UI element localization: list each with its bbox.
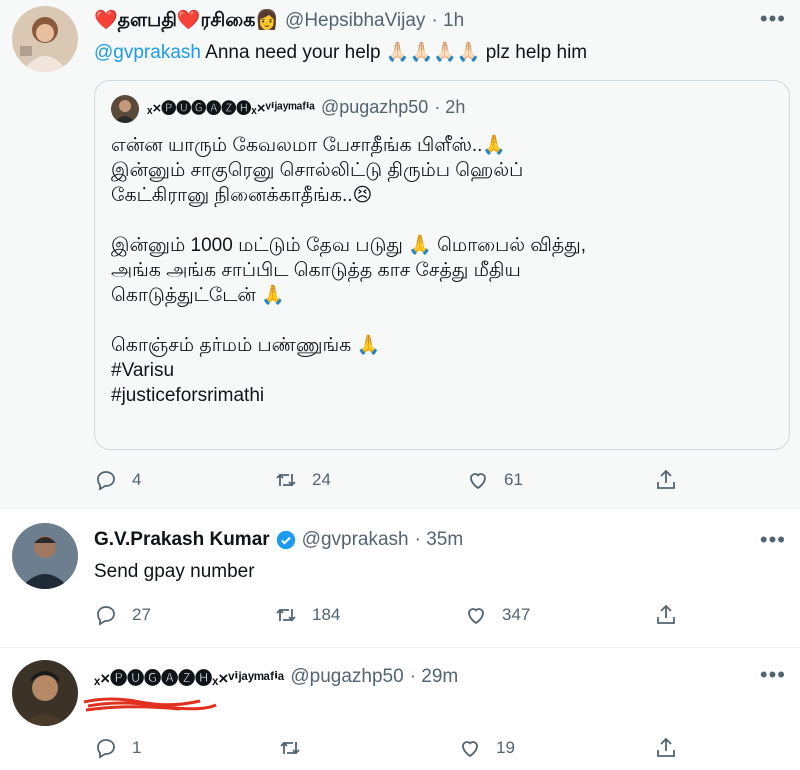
quote-line [111, 208, 771, 233]
tweet-time[interactable]: · 1h [431, 10, 464, 32]
quoted-tweet-text: என்ன யாரும் கேவலமா பேசாதீங்க பிளீஸ்..🙏 இ… [111, 133, 771, 408]
avatar-pugazh[interactable] [12, 660, 78, 726]
avatar-hepsibha[interactable] [12, 6, 78, 72]
hashtag-justiceforsrimathi[interactable]: #justiceforsrimathi [111, 383, 771, 408]
more-options-icon[interactable]: ••• [760, 6, 786, 32]
quote-line: அங்க அங்க சாப்பிட கொடுத்த காச சேத்து மீத… [111, 260, 521, 281]
tweet-text: Send gpay number [94, 561, 255, 582]
heart-icon [468, 608, 484, 625]
tweet-gvprakash[interactable]: G.V.Prakash Kumar @gvprakash · 35m ••• S… [0, 509, 800, 648]
quoted-tweet[interactable]: ₓ×🅟🅤🅖🅐🅩🅗ₓ×ᵛⁱʲᵃʸᵐᵃᶠⁱᵃ @pugazhp50 · 2h என்… [94, 80, 790, 450]
mention-link[interactable]: @gvprakash [94, 42, 201, 63]
reply-count: 27 [132, 605, 151, 624]
share-icon [657, 469, 675, 489]
tweet-time[interactable]: · 29m [410, 666, 459, 688]
tweet-actions: 4 24 61 [94, 468, 694, 498]
redaction-scribble [83, 697, 217, 712]
like-button[interactable]: 61 [466, 468, 523, 492]
like-count: 61 [504, 470, 523, 489]
tweet-actions: 1 19 [94, 736, 694, 766]
author-name[interactable]: ₓ×🅟🅤🅖🅐🅩🅗ₓ×ᵛⁱʲᵃʸᵐᵃᶠⁱᵃ [94, 664, 284, 689]
author-handle[interactable]: @pugazhp50 [290, 666, 403, 688]
tweet-text-body: Anna need your help 🙏🏻🙏🏻🙏🏻🙏🏻 plz help hi… [200, 42, 588, 63]
author-handle[interactable]: @HepsibhaVijay [285, 10, 425, 32]
avatar-pugazh-small [111, 95, 139, 123]
reply-icon [97, 739, 115, 759]
reply-icon [97, 606, 115, 626]
retweet-icon [276, 608, 296, 622]
quote-line: இன்னும் 1000 மட்டும் தேவ படுது 🙏 மொபைல் … [111, 235, 587, 256]
reply-icon [97, 471, 115, 491]
retweet-button[interactable]: 24 [274, 468, 331, 492]
quote-line: கேட்கிரானு நினைக்காதீங்க..😣 [111, 185, 373, 206]
quote-line: என்ன யாரும் கேவலமா பேசாதீங்க பிளீஸ்..🙏 [111, 135, 507, 156]
like-count: 347 [502, 605, 531, 624]
avatar-gvprakash[interactable] [12, 523, 78, 589]
reply-button[interactable]: 27 [94, 603, 151, 627]
verified-badge-icon [276, 530, 295, 550]
heart-icon [462, 741, 478, 758]
share-button[interactable] [654, 603, 678, 627]
share-button[interactable] [654, 468, 678, 492]
tweet-hepsibha[interactable]: ❤️தளபதி❤️ரசிகை👩 @HepsibhaVijay · 1h ••• … [0, 0, 800, 509]
tweet-actions: 27 184 347 [94, 603, 694, 633]
retweet-icon [280, 741, 300, 755]
reply-count: 1 [132, 738, 142, 757]
reply-button[interactable]: 1 [94, 736, 141, 760]
retweet-icon [276, 473, 296, 487]
quote-line [111, 308, 771, 333]
retweet-button[interactable] [278, 736, 316, 760]
reply-button[interactable]: 4 [94, 468, 141, 492]
like-button[interactable]: 347 [464, 603, 530, 627]
quote-line: கொஞ்சம் தர்மம் பண்ணுங்க 🙏 [111, 335, 381, 356]
like-button[interactable]: 19 [458, 736, 515, 760]
heart-icon [470, 473, 486, 490]
tweet-pugazh[interactable]: ₓ×🅟🅤🅖🅐🅩🅗ₓ×ᵛⁱʲᵃʸᵐᵃᶠⁱᵃ @pugazhp50 · 29m ••… [0, 648, 800, 770]
quoted-author-handle: @pugazhp50 [320, 97, 429, 117]
more-options-icon[interactable]: ••• [760, 662, 786, 688]
share-icon [657, 737, 675, 757]
share-icon [657, 604, 675, 624]
tweet-time[interactable]: · 35m [415, 529, 464, 551]
author-name[interactable]: ❤️தளபதி❤️ரசிகை👩 [94, 8, 279, 34]
hashtag-varisu[interactable]: #Varisu [111, 358, 771, 383]
quoted-author-name: ₓ×🅟🅤🅖🅐🅩🅗ₓ×ᵛⁱʲᵃʸᵐᵃᶠⁱᵃ [147, 100, 315, 117]
reply-count: 4 [132, 470, 142, 489]
quoted-tweet-time: · 2h [434, 97, 466, 117]
tweet-text: @gvprakash Anna need your help 🙏🏻🙏🏻🙏🏻🙏🏻 … [94, 40, 587, 64]
more-options-icon[interactable]: ••• [760, 527, 786, 553]
like-count: 19 [496, 738, 515, 757]
share-button[interactable] [654, 736, 678, 760]
retweet-button[interactable]: 184 [274, 603, 340, 627]
quote-line: இன்னும் சாகுரெனு சொல்லிட்டு திரும்ப ஹெல்… [111, 160, 524, 181]
quote-line: கொடுத்துட்டேன் 🙏 [111, 285, 285, 306]
author-name[interactable]: G.V.Prakash Kumar [94, 529, 270, 551]
retweet-count: 24 [312, 470, 331, 489]
author-handle[interactable]: @gvprakash [302, 529, 409, 551]
retweet-count: 184 [312, 605, 341, 624]
